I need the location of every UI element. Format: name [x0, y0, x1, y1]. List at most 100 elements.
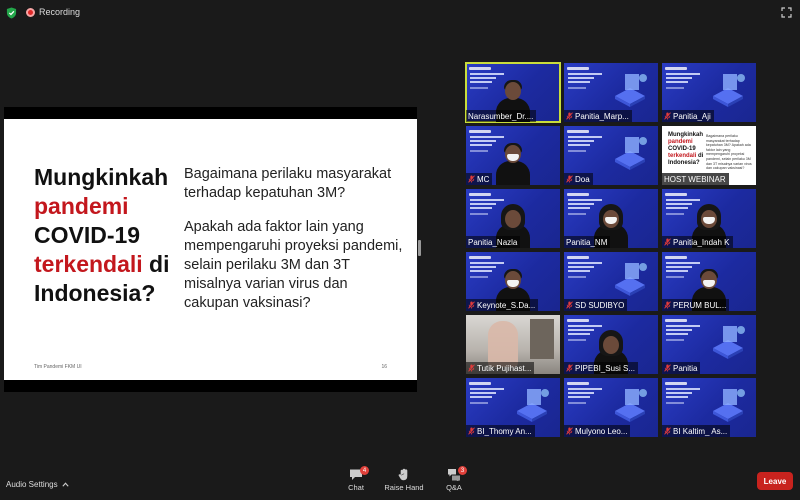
- participant-name-label: Panitia_Indah K: [662, 236, 733, 248]
- slide-illustration: [713, 389, 745, 422]
- participant-name-label: Doa: [564, 173, 593, 185]
- participant-tile[interactable]: BI_Thomy An...: [466, 378, 560, 437]
- meeting-toolbar: Audio Settings 4 Chat Raise Hand 3 Q&A L…: [0, 466, 800, 500]
- participant-name-label: Panitia_Marp...: [564, 110, 632, 122]
- participant-tile[interactable]: BI Kaltim_ As...: [662, 378, 756, 437]
- participant-tile[interactable]: Mulyono Leo...: [564, 378, 658, 437]
- slide-top-band: [4, 107, 417, 119]
- participant-name: Doa: [575, 174, 590, 184]
- participant-name-label: BI Kaltim_ As...: [662, 425, 731, 437]
- participant-tile[interactable]: Narasumber_Dr....: [465, 62, 561, 123]
- leave-button[interactable]: Leave: [757, 472, 793, 490]
- participant-tile[interactable]: Panitia_Marp...: [564, 63, 658, 122]
- brand-logo: [665, 256, 687, 259]
- participant-name-label: BI_Thomy An...: [466, 425, 535, 437]
- gallery-view: Narasumber_Dr.... Panitia_Marp... Panitia_…: [465, 62, 757, 437]
- participant-name: Tutik Pujihast...: [477, 363, 532, 373]
- participant-name-label: Panitia_Aji: [662, 110, 714, 122]
- brand-logo: [567, 382, 589, 385]
- mic-off-icon: [468, 175, 475, 183]
- chat-badge: 4: [360, 466, 369, 475]
- participant-name: MC: [477, 174, 490, 184]
- raise-hand-label: Raise Hand: [384, 483, 424, 492]
- participant-tile[interactable]: Panitia: [662, 315, 756, 374]
- brand-logo: [665, 67, 687, 70]
- brand-logo: [567, 256, 589, 259]
- slide-illustration: [517, 389, 549, 422]
- slide-paragraph-1: Bagaimana perilaku masyarakat terhadap k…: [184, 166, 392, 201]
- participant-tile[interactable]: Panitia_NM: [564, 189, 658, 248]
- shared-screen[interactable]: Mungkinkah pandemi COVID-19 terkendali d…: [4, 107, 417, 392]
- participant-name: Panitia_Nazla: [468, 237, 518, 247]
- participant-name: Panitia: [673, 363, 698, 373]
- participant-name: PERUM BUL...: [673, 300, 727, 310]
- slide-title-line-4: terkendali: [34, 251, 143, 277]
- participant-name: PIPEBI_Susi S...: [575, 363, 636, 373]
- participant-name-label: MC: [466, 173, 493, 185]
- qa-badge: 3: [458, 466, 467, 475]
- brand-logo: [567, 130, 589, 133]
- participant-tile[interactable]: Keynote_S.Da...: [466, 252, 560, 311]
- qa-label: Q&A: [446, 483, 462, 492]
- host-slide-body: Bagaimana perilaku masyarakat terhadap k…: [706, 134, 752, 171]
- brand-logo: [567, 193, 589, 196]
- mic-off-icon: [566, 301, 573, 309]
- participant-tile[interactable]: Tutik Pujihast...: [466, 315, 560, 374]
- participant-name: BI Kaltim_ As...: [673, 426, 728, 436]
- slide-illustration: [615, 263, 647, 296]
- participant-name-label: PIPEBI_Susi S...: [564, 362, 639, 374]
- brand-logo: [469, 130, 491, 133]
- participant-tile[interactable]: Panitia_Indah K: [662, 189, 756, 248]
- participant-name: Panitia_Indah K: [673, 237, 730, 247]
- participant-tile[interactable]: Panitia_Nazla: [466, 189, 560, 248]
- participant-tile[interactable]: Mungkinkah pandemi COVID-19 terkendali di In…: [662, 126, 756, 185]
- participant-name-label: SD SUDIBYO: [564, 299, 628, 311]
- recording-indicator[interactable]: Recording: [26, 7, 80, 17]
- participant-name: HOST WEBINAR: [664, 174, 726, 184]
- splitter-handle[interactable]: [418, 240, 421, 256]
- participant-tile[interactable]: Panitia_Aji: [662, 63, 756, 122]
- slide-title-line-2: pandemi: [34, 193, 129, 219]
- slide-title-line-6: Indonesia?: [34, 280, 156, 306]
- audio-settings-button[interactable]: Audio Settings: [6, 480, 69, 489]
- mic-off-icon: [664, 364, 671, 372]
- chat-button[interactable]: 4 Chat: [331, 466, 381, 492]
- brand-logo: [665, 382, 687, 385]
- participant-name-label: Panitia_Nazla: [466, 236, 521, 248]
- chat-label: Chat: [348, 483, 364, 492]
- mic-off-icon: [566, 427, 573, 435]
- slide-paragraph-2: Apakah ada faktor lain yang mempengaruhi…: [184, 219, 403, 311]
- participant-tile[interactable]: SD SUDIBYO: [564, 252, 658, 311]
- slide-page-number: 16: [381, 364, 387, 370]
- participant-name-label: HOST WEBINAR: [662, 173, 729, 185]
- background-window: [530, 319, 554, 359]
- mic-off-icon: [468, 427, 475, 435]
- participant-tile[interactable]: PIPEBI_Susi S...: [564, 315, 658, 374]
- slide-title-line-5: di: [149, 251, 170, 277]
- brand-logo: [469, 256, 491, 259]
- slide-illustration: [713, 326, 745, 359]
- slide-footer: Tim Pandemi FKM UI: [34, 364, 82, 370]
- brand-logo: [665, 193, 687, 196]
- brand-logo: [469, 67, 491, 70]
- qa-button[interactable]: 3 Q&A: [429, 466, 479, 492]
- shield-check-icon[interactable]: [6, 7, 17, 19]
- participant-name: Panitia_Marp...: [575, 111, 629, 121]
- participant-video: [488, 321, 518, 367]
- participant-name: Panitia_NM: [566, 237, 608, 247]
- recording-label: Recording: [39, 7, 81, 17]
- participant-tile[interactable]: PERUM BUL...: [662, 252, 756, 311]
- participant-name: Panitia_Aji: [673, 111, 711, 121]
- participant-name-label: PERUM BUL...: [662, 299, 730, 311]
- mic-off-icon: [664, 301, 671, 309]
- mic-off-icon: [566, 112, 573, 120]
- slide-illustration: [615, 137, 647, 170]
- slide-body: Bagaimana perilaku masyarakat terhadap k…: [184, 165, 404, 328]
- raise-hand-button[interactable]: Raise Hand: [379, 468, 429, 492]
- host-slide-title: Mungkinkah pandemi COVID-19 terkendali di In…: [668, 132, 704, 166]
- expand-icon[interactable]: [781, 7, 792, 18]
- mic-off-icon: [664, 112, 671, 120]
- raise-hand-icon: [398, 468, 408, 481]
- participant-tile[interactable]: MC: [466, 126, 560, 185]
- participant-tile[interactable]: Doa: [564, 126, 658, 185]
